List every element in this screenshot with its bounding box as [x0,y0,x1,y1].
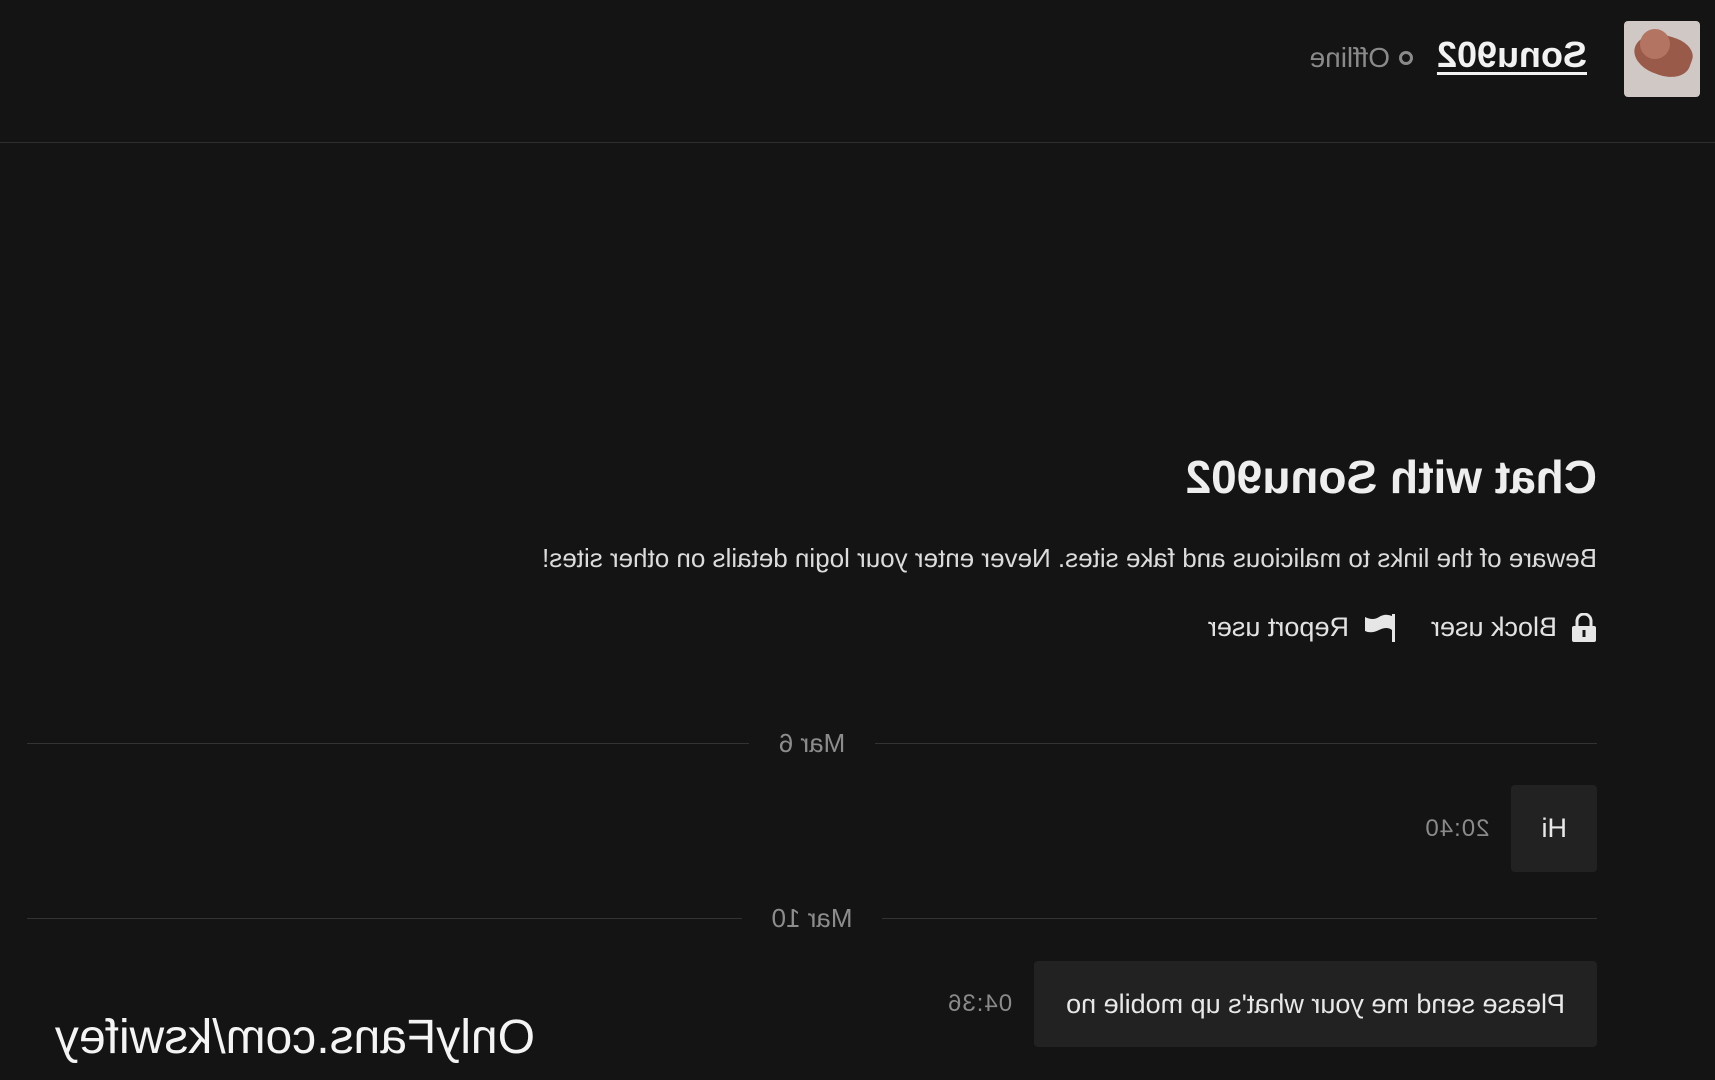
status-dot-icon [1399,51,1413,65]
date-label: Mar 6 [778,728,846,758]
username-link[interactable]: Sonu902 [1437,34,1587,76]
user-actions: Block user Report user [1208,612,1597,643]
lock-icon [1572,612,1596,642]
date-label: Mar 10 [771,903,853,933]
block-user-button[interactable]: Block user [1431,612,1597,643]
report-user-button[interactable]: Report user [1208,612,1397,643]
block-user-label: Block user [1430,612,1557,642]
message-time: 04:36 [947,990,1013,1017]
status-text: Offline [1309,42,1390,73]
chat-title: Chat with Sonu902 [1185,451,1597,503]
date-separator: Mar 6 [27,728,1597,759]
message-bubble[interactable]: Hi [1511,785,1597,872]
status-indicator: Offline [1310,42,1413,74]
flag-icon [1364,613,1395,642]
chat-header: Sonu902 Offline [0,0,1715,143]
report-user-label: Report user [1207,612,1349,642]
message-row: Hi 20:40 [1424,785,1597,872]
message-row: Please send me your what's up mobile no … [947,961,1597,1047]
message-time: 20:40 [1424,814,1490,842]
avatar[interactable] [1624,21,1700,97]
watermark: OnlyFans.com/kswifey [54,1011,535,1064]
security-warning: Beware of the links to malicious and fak… [542,543,1597,573]
message-bubble[interactable]: Please send me your what's up mobile no [1034,961,1597,1047]
date-separator: Mar 10 [26,903,1597,934]
chat-screen: Sonu902 Offline Chat with Sonu902 Beware… [0,0,1715,1080]
